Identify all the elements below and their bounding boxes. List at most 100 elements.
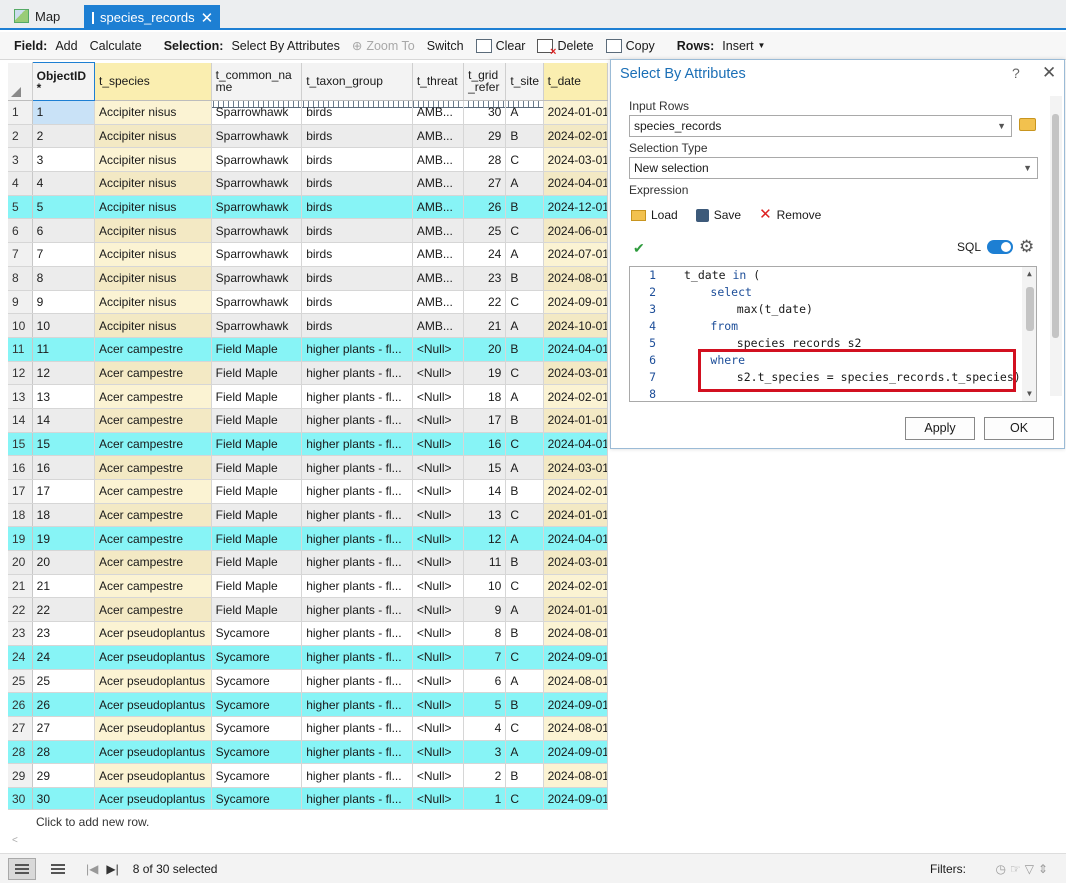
row-number[interactable]: 29 [8,763,33,788]
add-field-button[interactable]: Add [8,39,608,108]
show-selected-records-button[interactable] [44,858,72,880]
browse-folder-icon[interactable] [1019,118,1036,131]
tab-map[interactable]: Map [6,4,68,28]
table-row[interactable]: 29 29 Acer pseudoplantus Sycamore higher pla… [8,763,609,788]
calculate-button[interactable]: Calculate [8,39,608,108]
row-number[interactable]: 15 [8,432,33,457]
table-row[interactable]: 6 6 Accipiter nisus Sparrowhawk birds AMB... 2… [8,218,609,244]
column-header-t-taxon-group[interactable]: t_taxon_group [301,62,413,101]
row-number[interactable]: 9 [8,290,33,315]
remove-button[interactable]: ✕ Remove [759,207,821,222]
table-row[interactable]: 9 9 Accipiter nisus Sparrowhawk birds AMB... 2… [8,290,609,315]
gear-icon[interactable]: ⚙ [1019,238,1034,255]
table-row[interactable]: 21 21 Acer campestre Field Maple higher plan… [8,574,609,599]
table-row[interactable]: 20 20 Acer campestre Field Maple higher plan… [8,550,609,575]
table-row[interactable]: 12 12 Acer campestre Field Maple higher plan… [8,361,609,386]
table-row[interactable]: 25 25 Acer pseudoplantus Sycamore higher pla… [8,669,609,694]
table-row[interactable]: 4 4 Accipiter nisus Sparrowhawk birds AMB... 2… [8,171,609,196]
horizontal-scrollbar[interactable]: < [8,835,608,847]
table-row[interactable]: 7 7 Accipiter nisus Sparrowhawk birds AMB... 2… [8,242,609,267]
row-number[interactable]: 26 [8,692,33,717]
last-record-icon[interactable]: ▶| [106,862,118,876]
table-row[interactable]: 5 5 Accipiter nisus Sparrowhawk birds AMB... 2… [8,195,609,220]
switch-button[interactable]: Switch [8,39,608,108]
scroll-down-icon[interactable]: ▼ [1027,389,1032,398]
table-row[interactable]: 2 2 Accipiter nisus Sparrowhawk birds AMB... 2… [8,124,609,149]
row-number[interactable]: 23 [8,621,33,646]
zoom-to-button[interactable]: ⊕ Zoom To [352,38,415,54]
scroll-up-icon[interactable]: ▲ [1027,269,1032,278]
row-number[interactable]: 4 [8,171,33,196]
selection-type-select[interactable]: New selection ▼ [629,157,1038,179]
table-row[interactable]: 16 16 Acer campestre Field Maple higher plan… [8,455,609,480]
clear-button[interactable]: Clear [475,38,525,53]
column-header-t-species[interactable]: t_species [94,62,212,101]
row-number[interactable]: 28 [8,740,33,765]
table-row[interactable]: 18 18 Acer campestre Field Maple higher plan… [8,503,609,528]
table-row[interactable]: 19 19 Acer campestre Field Maple higher plan… [8,526,609,552]
select-by-attributes-button[interactable]: Select By Attributes [8,39,608,108]
table-row[interactable]: 26 26 Acer pseudoplantus Sycamore higher pla… [8,692,609,717]
row-number[interactable]: 7 [8,242,33,267]
row-number[interactable]: 21 [8,574,33,599]
row-number[interactable]: 20 [8,550,33,575]
table-row[interactable]: 1 1 Accipiter nisus Sparrowhawk birds AMB... 3… [8,100,609,125]
add-row[interactable]: Click to add new row. [8,809,608,833]
row-number[interactable]: 25 [8,669,33,694]
close-tab-icon[interactable]: ✕ [201,9,214,27]
table-row[interactable]: 27 27 Acer pseudoplantus Sycamore higher pla… [8,716,609,741]
select-all-corner[interactable] [11,87,21,97]
table-row[interactable]: 3 3 Accipiter nisus Sparrowhawk birds AMB... 2… [8,147,609,173]
table-row[interactable]: 23 23 Acer pseudoplantus Sycamore higher pla… [8,621,609,646]
table-row[interactable]: 17 17 Acer campestre Field Maple higher plan… [8,479,609,504]
dialog-scroll-thumb[interactable] [1052,114,1059,338]
input-rows-select[interactable]: species_records ▼ [629,115,1012,137]
row-number[interactable]: 8 [8,266,33,291]
row-number[interactable]: 6 [8,218,33,244]
column-header-t-threat[interactable]: t_threat [412,62,465,101]
table-row[interactable]: 10 10 Accipiter nisus Sparrowhawk birds AMB..… [8,313,609,338]
sql-toggle[interactable] [987,240,1014,254]
row-number[interactable]: 17 [8,479,33,504]
save-button[interactable]: Save [695,208,741,222]
row-number[interactable]: 30 [8,787,33,812]
show-all-records-button[interactable] [8,857,36,880]
close-icon[interactable]: ✕ [1042,63,1056,83]
row-number[interactable]: 10 [8,313,33,338]
help-icon[interactable]: ? [1012,65,1020,81]
row-number[interactable]: 27 [8,716,33,741]
row-number[interactable]: 5 [8,195,33,220]
table-row[interactable]: 24 24 Acer pseudoplantus Sycamore higher pla… [8,645,609,670]
row-number[interactable]: 19 [8,526,33,552]
table-row[interactable]: 14 14 Acer campestre Field Maple higher plan… [8,408,609,433]
insert-button[interactable]: Insert ▼ [8,39,765,108]
table-row[interactable]: 8 8 Accipiter nisus Sparrowhawk birds AMB... 2… [8,266,609,291]
column-header-t-site[interactable]: t_site [505,62,544,101]
row-number[interactable]: 12 [8,361,33,386]
first-record-icon[interactable]: |◀ [86,862,98,876]
tab-species-records[interactable]: species_records ✕ [84,5,220,30]
column-header-t-common-name[interactable]: t_common_na me [211,62,303,101]
row-number[interactable]: 1 [8,100,33,125]
row-number[interactable]: 22 [8,597,33,623]
delete-button[interactable]: Delete [537,38,594,58]
table-row[interactable]: 30 30 Acer pseudoplantus Sycamore higher pla… [8,787,609,812]
row-number[interactable]: 2 [8,124,33,149]
row-number[interactable]: 24 [8,645,33,670]
load-button[interactable]: Load [631,208,678,222]
row-number[interactable]: 16 [8,455,33,480]
table-row[interactable]: 22 22 Acer campestre Field Maple higher plan… [8,597,609,623]
table-row[interactable]: 28 28 Acer pseudoplantus Sycamore higher pla… [8,740,609,765]
column-header-t-date[interactable]: t_date [543,62,609,101]
ok-button[interactable]: OK [984,417,1054,440]
table-row[interactable]: 11 11 Acer campestre Field Maple higher plan… [8,337,609,362]
verify-check-icon[interactable]: ✔ [633,240,645,257]
row-number[interactable]: 18 [8,503,33,528]
filter-icons[interactable]: ◷☞▽⇕ [995,862,1052,876]
row-number[interactable]: 14 [8,408,33,433]
row-number[interactable]: 11 [8,337,33,362]
apply-button[interactable]: Apply [905,417,975,440]
editor-scroll-thumb[interactable] [1026,287,1034,331]
table-row[interactable]: 15 15 Acer campestre Field Maple higher plan… [8,432,609,457]
row-number[interactable]: 13 [8,384,33,409]
